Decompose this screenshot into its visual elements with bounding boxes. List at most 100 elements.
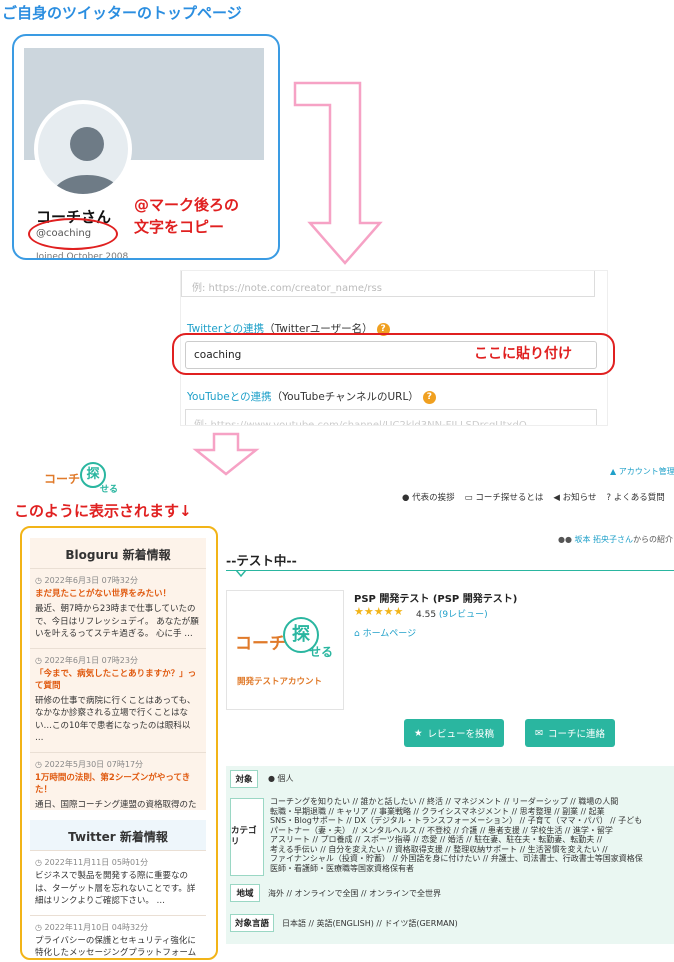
- entry-title[interactable]: 1万時間の法則、第2シーズンがやってきた！: [35, 772, 201, 796]
- homepage-link[interactable]: ⌂ ホームページ: [354, 626, 416, 639]
- bloguru-title: Bloguru 新着情報: [65, 548, 171, 562]
- category-line: 転職・早期退職 // キャリア // 事業戦略 // クライシスマネジメント /…: [270, 806, 605, 816]
- youtube-label-suffix: （YouTubeチャンネルのURL）: [271, 391, 419, 403]
- referrer-link[interactable]: 坂本 拓央子さん: [575, 535, 634, 544]
- megaphone-icon: ◀: [553, 493, 563, 503]
- coach-profile-image: コーチ 探 せる 開発テストアカウント: [226, 590, 344, 710]
- card-subtitle: 開発テストアカウント: [237, 677, 323, 687]
- card-logo-left: コーチ: [235, 634, 286, 654]
- category-line: 医師・看護師・医療職等国家資格保有者: [270, 863, 414, 873]
- entry-title[interactable]: 「今まで、病気したことありますか？」って質問: [35, 668, 201, 692]
- review-count-link[interactable]: (9レビュー): [439, 610, 488, 620]
- contact-coach-button[interactable]: ✉ コーチに連絡: [525, 719, 615, 747]
- contact-coach-label: コーチに連絡: [547, 729, 605, 740]
- category-tag: カテゴリ: [230, 798, 264, 876]
- entry-body: ビジネスで製品を開発する際に重要なのは、ターゲット層を忘れないことです。詳細はリ…: [35, 871, 196, 906]
- speech-icon: ●: [402, 493, 413, 503]
- post-review-label: レビューを投稿: [427, 729, 495, 740]
- youtube-url-input[interactable]: 例: https://www.youtube.com/channel/UC2kl…: [185, 409, 597, 425]
- clock-icon: ◷: [35, 858, 45, 867]
- entry-title[interactable]: まだ見たことがない世界をみたい！: [35, 588, 201, 600]
- coach-name: PSP 開発テスト (PSP 開発テスト): [354, 594, 518, 605]
- nav-faq-label: よくある質問: [613, 493, 665, 503]
- entry-date: ◷ 2022年11月11日 05時01分: [35, 857, 201, 868]
- twitter-feed: Twitter 新着情報 ◷ 2022年11月11日 05時01分 ビジネスで製…: [30, 820, 206, 959]
- logo-text-left: コーチ: [44, 472, 81, 486]
- language-tag: 対象言語: [230, 914, 274, 932]
- nav-news-label: お知らせ: [562, 493, 597, 503]
- category-line: アスリート // プロ養成 // スポーツ指導 // 恋愛 // 婚活 // 駐…: [270, 835, 603, 844]
- list-item[interactable]: ◷ 2022年11月11日 05時01分 ビジネスで製品を開発する際に重要なのは…: [30, 850, 206, 915]
- account-link[interactable]: ▲ アカウント管理: [610, 466, 674, 477]
- envelope-icon: ✉: [535, 727, 543, 739]
- target-tag: 対象: [230, 770, 258, 788]
- entry-date-text: 2022年6月3日 07時32分: [44, 576, 138, 585]
- category-line: ファイナンシャル（投資・貯蓄） // 外国語を身に付けたい // 弁護士、司法書…: [270, 854, 643, 863]
- region-value: 海外 // オンラインで全国 // オンラインで全世界: [268, 889, 441, 898]
- rating-value: 4.55: [416, 610, 437, 620]
- target-value-text: 個人: [277, 774, 294, 783]
- person-icon: ●: [268, 774, 278, 783]
- coach-info-panel: 対象 ● 個人 カテゴリ コーチングを知りたい // 誰かと話したい // 終活…: [226, 766, 674, 944]
- entry-body: 研修の仕事で病院に行くことはあっても、なかなか診察される立場で行くことはない…こ…: [35, 695, 196, 744]
- nav-greeting[interactable]: ● 代表の挨拶: [402, 491, 455, 503]
- entry-date-text: 2022年11月10日 04時32分: [44, 922, 149, 932]
- list-item[interactable]: ◷ 2022年6月1日 07時23分 「今まで、病気したことありますか？」って質…: [30, 647, 206, 752]
- top-nav: ● 代表の挨拶 ▭ コーチ探せるとは ◀ お知らせ ? よくある質問: [402, 491, 665, 503]
- entry-date-text: 2022年6月1日 07時23分: [44, 655, 138, 665]
- pink-arrow-icon: [293, 81, 383, 265]
- feed-column: Bloguru 新着情報 ◷ 2022年6月3日 07時32分 まだ見たことがな…: [20, 526, 218, 960]
- list-item[interactable]: ◷ 2022年6月3日 07時32分 まだ見たことがない世界をみたい！ 最近、朝…: [30, 568, 206, 648]
- homepage-label: ホームページ: [362, 629, 417, 639]
- youtube-field-label: YouTubeとの連携（YouTubeチャンネルのURL）?: [187, 389, 436, 404]
- referral-note: ●● 坂本 拓央子さんからの紹介: [558, 534, 673, 545]
- list-item[interactable]: ◷ 2022年11月10日 04時32分 プライバシーの保護とセキュリティ強化に…: [30, 914, 206, 959]
- star-rating-icon: ★★★★★: [354, 605, 404, 618]
- category-line: パートナー（妻・夫） // メンタルヘルス // 不登校 // 介護 // 患者…: [270, 825, 613, 835]
- nav-greeting-label: 代表の挨拶: [412, 493, 455, 503]
- help-icon[interactable]: ?: [422, 390, 436, 404]
- list-item[interactable]: ◷ 2022年5月30日 07時17分 1万時間の法則、第2シーズンがやってきた…: [30, 751, 206, 811]
- star-icon: ★: [413, 727, 423, 739]
- twitter-feed-title: Twitter 新着情報: [30, 820, 206, 850]
- site-logo[interactable]: コーチ 探 せる: [44, 462, 124, 504]
- logo-text-right: せる: [100, 485, 119, 495]
- nav-news[interactable]: ◀ お知らせ: [553, 491, 596, 503]
- category-line: コーチングを知りたい // 誰かと話したい // 終活 // マネジメント //…: [270, 797, 619, 806]
- nav-faq[interactable]: ? よくある質問: [606, 491, 664, 503]
- entry-date: ◷ 2022年6月3日 07時32分: [35, 575, 201, 586]
- users-icon: ●●: [558, 535, 575, 544]
- copy-instruction: @マーク後ろの 文字をコピー: [134, 194, 239, 238]
- entry-date-text: 2022年11月11日 05時01分: [44, 858, 149, 867]
- region-tag: 地域: [230, 884, 260, 902]
- rss-url-input[interactable]: 例: https://note.com/creator_name/rss: [181, 271, 595, 297]
- entry-body: 通日、国際コーチング連盟の資格取得のためのオブザーブセッションやメンターコーチン…: [35, 799, 197, 810]
- account-link-label: アカウント管理: [618, 467, 674, 476]
- book-icon: ▭: [464, 493, 476, 503]
- nav-about[interactable]: ▭ コーチ探せるとは: [465, 491, 544, 503]
- referral-suffix: からの紹介: [633, 535, 674, 544]
- section-divider: [226, 570, 674, 571]
- post-review-button[interactable]: ★ レビューを投稿: [404, 719, 504, 747]
- clock-icon: ◷: [35, 576, 45, 585]
- target-value: ● 個人: [268, 774, 294, 784]
- avatar: [34, 100, 132, 198]
- twitter-profile-frame: コーチさん @coaching Joined October 2008 @マーク…: [12, 34, 280, 260]
- clock-icon: ◷: [35, 922, 45, 932]
- clock-icon: ◷: [35, 759, 45, 769]
- handle-highlight-ring: [28, 218, 118, 250]
- bloguru-feed: Bloguru 新着情報 ◷ 2022年6月3日 07時32分 まだ見たことがな…: [30, 538, 206, 810]
- youtube-link-label[interactable]: YouTubeとの連携: [187, 391, 272, 403]
- entry-date: ◷ 2022年5月30日 07時17分: [35, 759, 201, 770]
- card-logo-right: せる: [309, 645, 334, 659]
- section-heading: --テスト中--: [226, 553, 297, 568]
- paste-instruction: ここに貼り付け: [474, 346, 572, 362]
- clock-icon: ◷: [35, 655, 45, 665]
- category-line: SNS・Blogサポート // DX（デジタル・トランスフォーメーション） //…: [270, 816, 643, 825]
- display-caption: このように表示されます↓: [14, 502, 192, 520]
- entry-body: 最近、朝7時から23時まで仕事していたので、今日はリフレッシュデイ。 あなたが願…: [35, 604, 199, 639]
- entry-date-text: 2022年5月30日 07時17分: [44, 759, 144, 769]
- entry-date: ◷ 2022年6月1日 07時23分: [35, 655, 201, 666]
- home-icon: ⌂: [354, 629, 363, 639]
- entry-body: プライバシーの保護とセキュリティ強化に特化したメッセージングプラットフォーム: [35, 935, 197, 959]
